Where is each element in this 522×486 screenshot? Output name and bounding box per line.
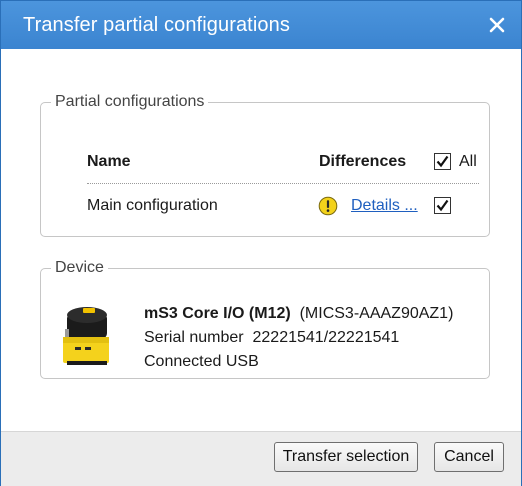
column-header-differences: Differences — [319, 153, 407, 170]
cancel-button[interactable]: Cancel — [434, 442, 504, 472]
select-all-checkbox[interactable] — [434, 153, 451, 170]
device-model: (MICS3-AAAZ90AZ1) — [299, 305, 454, 322]
partial-configurations-legend: Partial configurations — [55, 93, 205, 110]
warning-icon — [318, 196, 338, 216]
serial-number-line: Serial number 22221541/22221541 — [144, 329, 399, 347]
select-all-label: All — [459, 153, 477, 170]
safety-scanner-image — [55, 295, 115, 369]
dialog-title: Transfer partial configurations — [23, 13, 290, 36]
connection-status: Connected USB — [144, 353, 259, 370]
checkmark-icon — [436, 199, 449, 212]
title-bar: Transfer partial configurations — [1, 1, 521, 49]
transfer-selection-button[interactable]: Transfer selection — [274, 442, 418, 472]
device-group: Device mS3 Core I/O (M12) (MICS3-AAAZ90A… — [40, 259, 490, 379]
serial-number-value: 22221541/22221541 — [252, 329, 400, 346]
details-link[interactable]: Details ... — [351, 197, 418, 215]
serial-number-label: Serial number — [144, 329, 244, 346]
device-name: mS3 Core I/O (M12) — [144, 305, 291, 322]
device-legend: Device — [55, 259, 104, 276]
transfer-dialog: Transfer partial configurations Partial … — [0, 0, 522, 486]
button-bar: Transfer selection Cancel — [1, 431, 521, 486]
config-row-name: Main configuration — [87, 197, 218, 214]
checkmark-icon — [436, 155, 449, 168]
partial-configurations-group: Partial configurations Name Differences … — [40, 93, 490, 237]
device-name-line: mS3 Core I/O (M12) (MICS3-AAAZ90AZ1) — [144, 305, 453, 323]
close-icon[interactable] — [483, 11, 511, 39]
main-configuration-checkbox[interactable] — [434, 197, 451, 214]
header-divider — [87, 183, 479, 184]
column-header-name: Name — [87, 153, 131, 170]
